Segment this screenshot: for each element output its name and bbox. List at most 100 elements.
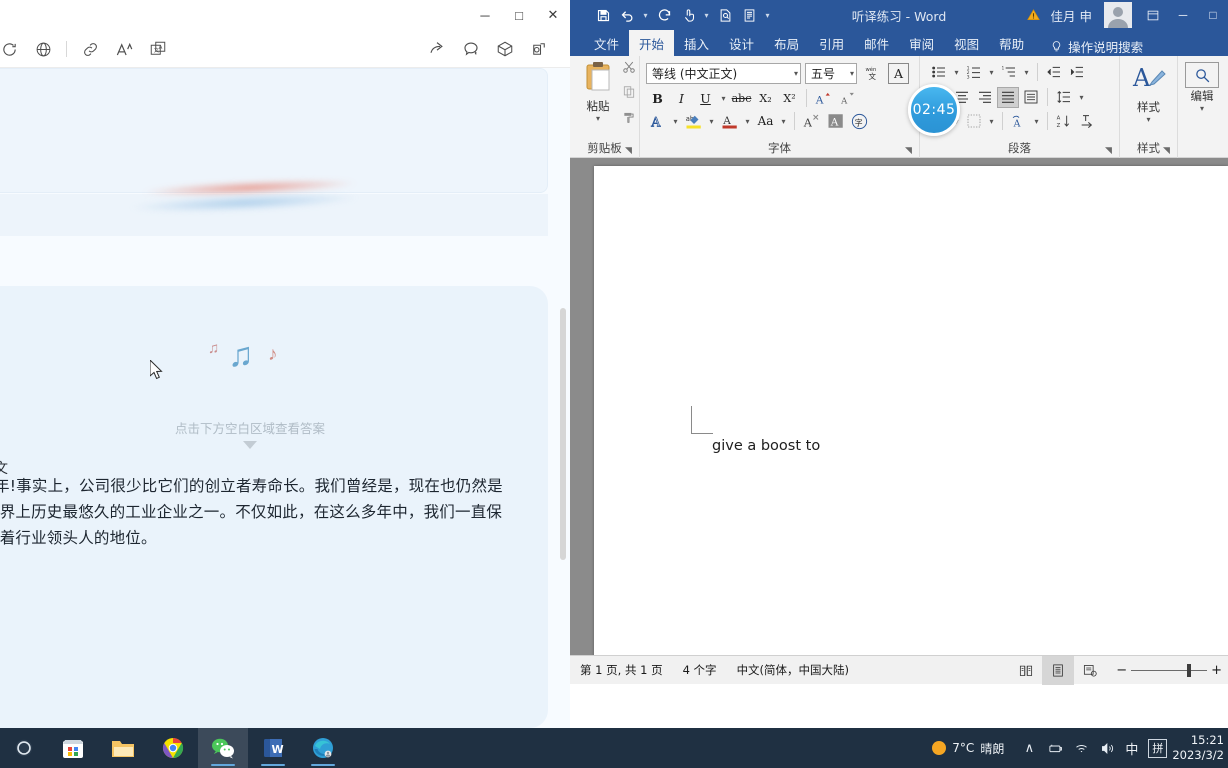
font-color-icon[interactable]: A	[718, 110, 741, 132]
wifi-icon[interactable]	[1068, 728, 1094, 768]
bullets-dropdown-icon[interactable]: ▾	[951, 61, 962, 83]
document-icon[interactable]	[738, 4, 760, 26]
user-name-label[interactable]: 佳月 申	[1045, 6, 1098, 25]
taskbar-microsoft-store[interactable]	[48, 728, 98, 768]
chevron-down-icon[interactable]: ▾	[790, 69, 798, 78]
ime-pinyin-indicator[interactable]: 拼	[1148, 738, 1168, 758]
highlight-icon[interactable]: ab	[682, 110, 705, 132]
paste-button[interactable]: 粘贴 ▾	[578, 60, 618, 123]
pinyin-dropdown-icon[interactable]: ▾	[1031, 110, 1042, 132]
print-layout-icon[interactable]	[1042, 656, 1075, 685]
chevron-down-icon[interactable]: ▾	[846, 69, 854, 78]
close-icon[interactable]: ✕	[536, 0, 570, 30]
multilevel-dropdown-icon[interactable]: ▾	[1021, 61, 1032, 83]
weather-widget[interactable]: 7°C 晴朗	[932, 740, 1016, 757]
refresh-icon[interactable]	[0, 32, 26, 66]
touch-mode-dropdown-icon[interactable]: ▾	[701, 4, 712, 26]
taskbar-edge[interactable]	[298, 728, 348, 768]
share-icon[interactable]	[420, 32, 454, 66]
article-scrollbar[interactable]	[560, 308, 566, 560]
tab-help[interactable]: 帮助	[989, 30, 1034, 56]
line-spacing-icon[interactable]	[1053, 87, 1075, 108]
zoom-in-button[interactable]: +	[1211, 663, 1222, 678]
translate-icon[interactable]: 文 A	[141, 32, 175, 66]
globe-icon[interactable]	[26, 32, 60, 66]
format-painter-icon[interactable]	[622, 110, 636, 129]
zoom-slider-thumb[interactable]	[1187, 664, 1192, 677]
styles-dialog-launcher[interactable]: ◥	[1163, 145, 1173, 155]
show-hidden-icons-chevron[interactable]: ∧	[1016, 728, 1042, 768]
tab-mailings[interactable]: 邮件	[854, 30, 899, 56]
character-border-icon[interactable]: A	[888, 62, 909, 84]
decrease-indent-icon[interactable]	[1043, 62, 1065, 83]
sort-icon[interactable]: AZ	[1053, 111, 1075, 132]
copy-icon[interactable]	[622, 85, 636, 104]
text-effects-dropdown-icon[interactable]: ▾	[670, 110, 681, 132]
paragraph-dialog-launcher[interactable]: ◥	[1105, 145, 1115, 155]
clipboard-dialog-launcher[interactable]: ◥	[625, 145, 635, 155]
numbering-icon[interactable]: 123	[963, 62, 985, 83]
change-case-button[interactable]: Aa	[754, 110, 777, 132]
phonetic-guide-icon[interactable]: wén 文	[861, 62, 884, 84]
touch-mode-icon[interactable]	[677, 4, 699, 26]
start-icon[interactable]	[0, 728, 48, 768]
change-case-dropdown-icon[interactable]: ▾	[778, 110, 789, 132]
comment-icon[interactable]	[454, 32, 488, 66]
text-effects-icon[interactable]: A	[646, 110, 669, 132]
highlight-dropdown-icon[interactable]: ▾	[706, 110, 717, 132]
show-formatting-marks-icon[interactable]	[1076, 111, 1098, 132]
borders-dropdown-icon[interactable]: ▾	[986, 110, 997, 132]
styles-dropdown-icon[interactable]: ▾	[1120, 115, 1177, 124]
link-icon[interactable]	[73, 32, 107, 66]
clock[interactable]: 15:21 2023/3/2	[1172, 733, 1228, 763]
font-size-combo[interactable]: 五号 ▾	[805, 62, 857, 84]
cut-icon[interactable]	[622, 60, 636, 79]
find-icon[interactable]	[1185, 62, 1219, 88]
zoom-out-button[interactable]: −	[1116, 663, 1127, 678]
underline-button[interactable]: U	[694, 87, 717, 109]
tab-view[interactable]: 视图	[944, 30, 989, 56]
numbering-dropdown-icon[interactable]: ▾	[986, 61, 997, 83]
volume-icon[interactable]	[1094, 728, 1120, 768]
font-size-icon[interactable]	[107, 32, 141, 66]
ime-mode-indicator[interactable]: 中	[1120, 739, 1143, 758]
enclose-characters-icon[interactable]: 字	[848, 110, 871, 132]
open-in-browser-icon[interactable]	[522, 32, 556, 66]
align-justify-button[interactable]	[997, 86, 1019, 108]
shrink-font-icon[interactable]: A	[836, 87, 859, 109]
tab-insert[interactable]: 插入	[674, 30, 719, 56]
page-info[interactable]: 第 1 页, 共 1 页	[570, 662, 673, 678]
minimize-icon[interactable]: ─	[1168, 0, 1198, 30]
zoom-control[interactable]: − +	[1106, 663, 1228, 678]
tab-layout[interactable]: 布局	[764, 30, 809, 56]
battery-icon[interactable]	[1042, 728, 1068, 768]
clear-formatting-icon[interactable]: A	[800, 110, 823, 132]
redo-icon[interactable]	[653, 4, 675, 26]
borders-icon[interactable]	[963, 111, 985, 132]
warning-icon[interactable]	[1023, 0, 1045, 30]
read-mode-icon[interactable]	[1010, 656, 1042, 685]
pinyin-guide-icon[interactable]: A	[1008, 111, 1030, 132]
save-icon[interactable]	[592, 4, 614, 26]
web-layout-icon[interactable]	[1074, 656, 1106, 685]
bold-button[interactable]: B	[646, 87, 669, 109]
grow-font-icon[interactable]: A	[812, 87, 835, 109]
maximize-icon[interactable]: □	[1198, 0, 1228, 30]
word-count[interactable]: 4 个字	[673, 662, 727, 678]
multilevel-list-icon[interactable]: 1	[998, 62, 1020, 83]
paste-dropdown-icon[interactable]: ▾	[578, 114, 618, 123]
document-text[interactable]: give a boost to	[712, 438, 820, 454]
italic-button[interactable]: I	[670, 87, 693, 109]
tell-me-search[interactable]: 操作说明搜索	[1050, 37, 1143, 56]
superscript-button[interactable]: X²	[778, 87, 801, 109]
align-right-button[interactable]	[974, 87, 996, 108]
font-dialog-launcher[interactable]: ◥	[905, 145, 915, 155]
character-shading-icon[interactable]: A	[824, 110, 847, 132]
taskbar-word[interactable]: W	[248, 728, 298, 768]
taskbar-wechat[interactable]	[198, 728, 248, 768]
tab-references[interactable]: 引用	[809, 30, 854, 56]
distribute-button[interactable]	[1020, 87, 1042, 108]
taskbar-file-explorer[interactable]	[98, 728, 148, 768]
increase-indent-icon[interactable]	[1066, 62, 1088, 83]
tab-review[interactable]: 审阅	[899, 30, 944, 56]
